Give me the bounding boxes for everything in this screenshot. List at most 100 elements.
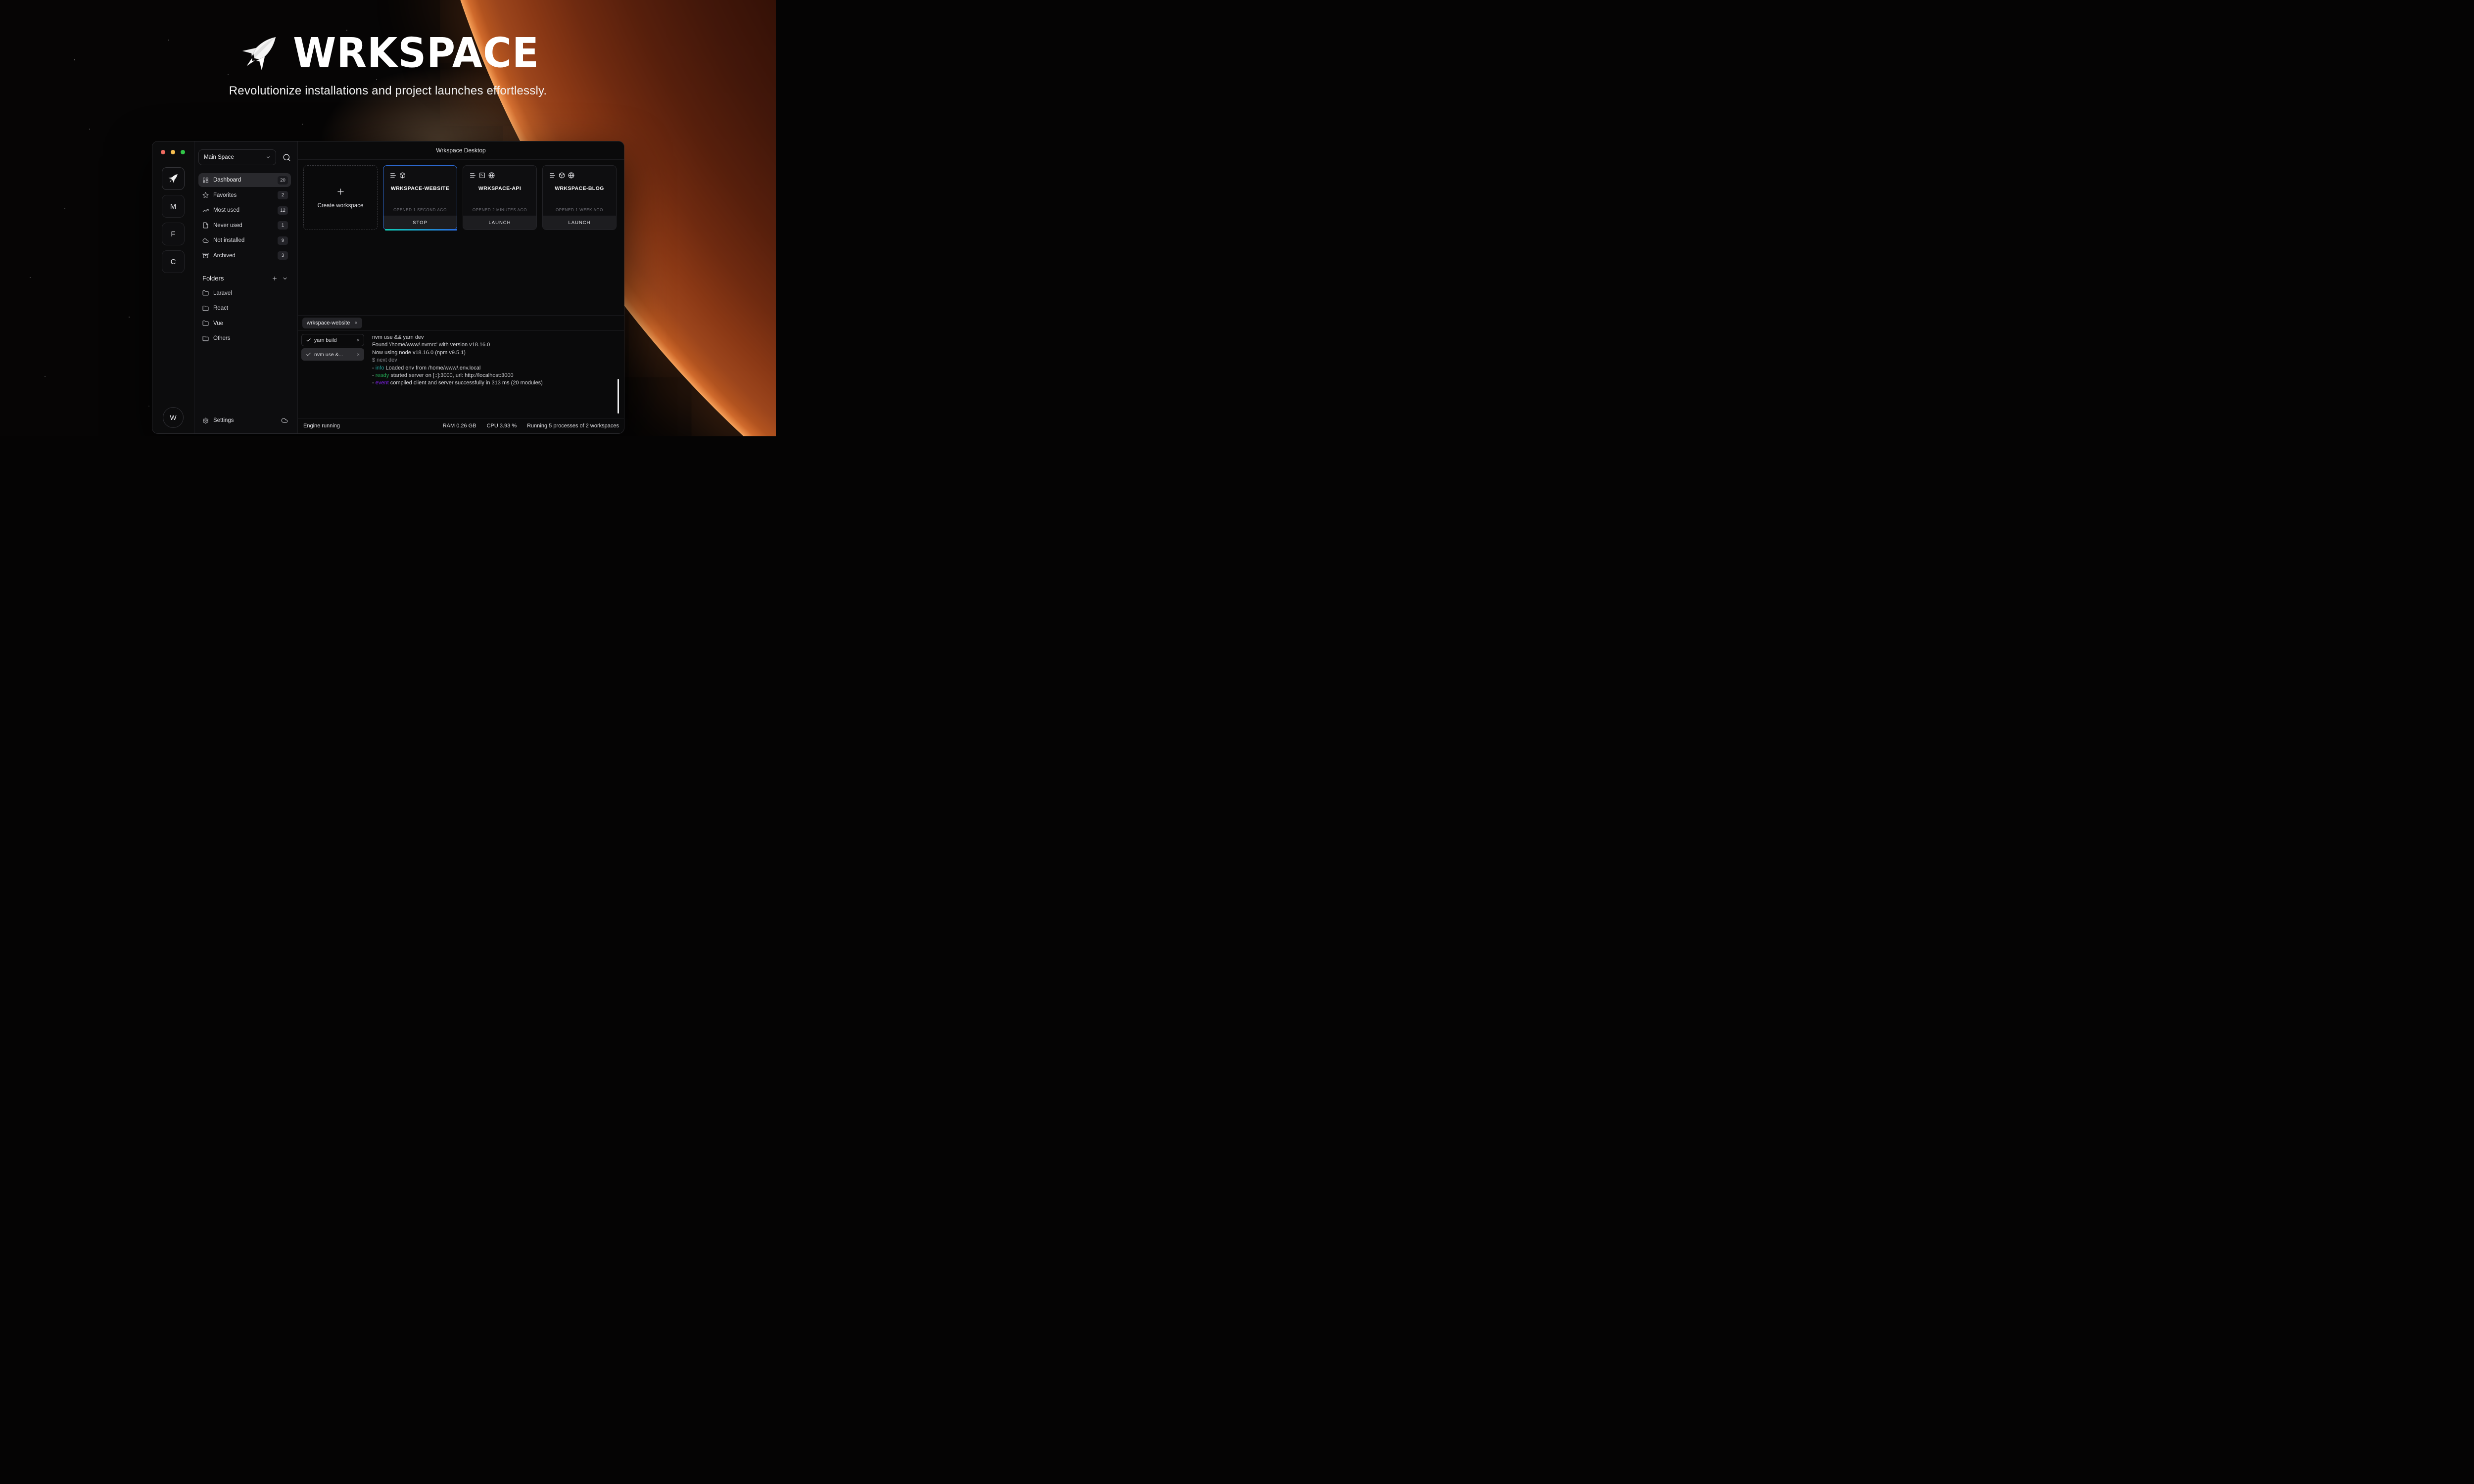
workspace-card-icons xyxy=(463,166,536,179)
zoom-window-button[interactable] xyxy=(181,150,185,154)
terminal-tab-wrkspace-website[interactable]: wrkspace-website × xyxy=(302,318,362,328)
package-icon xyxy=(399,172,406,179)
gear-icon xyxy=(202,417,209,424)
archive-icon xyxy=(202,252,209,259)
page: WRKSPACE Revolutionize installations and… xyxy=(0,0,776,436)
workspace-card-wrkspace-website[interactable]: WRKSPACE-WEBSITEOPENED 1 SECOND AGOSTOP xyxy=(383,165,457,230)
trending-up-icon xyxy=(202,207,209,214)
close-icon[interactable]: × xyxy=(357,352,360,358)
folder-label: Others xyxy=(213,335,288,341)
terminal-output-line: - info Loaded env from /home/www/.env.lo… xyxy=(372,365,619,372)
launch-button[interactable]: LAUNCH xyxy=(463,216,536,230)
terminal-panel: wrkspace-website × yarn build×nvm use &.… xyxy=(298,315,624,418)
sidebar-item-never-used[interactable]: Never used1 xyxy=(198,219,291,232)
folder-icon xyxy=(202,320,209,326)
list-icon xyxy=(470,172,476,179)
processes-summary: Running 5 processes of 2 workspaces xyxy=(527,423,619,429)
cloud-sync-icon xyxy=(281,417,288,424)
tagline: Revolutionize installations and project … xyxy=(0,84,776,98)
globe-icon xyxy=(488,172,495,179)
sidebar-menu: Dashboard20Favorites2Most used12 Never us… xyxy=(198,173,291,263)
workspace-card-wrkspace-api[interactable]: WRKSPACE-APIOPENED 2 MINUTES AGOLAUNCH xyxy=(463,165,537,230)
command-label: nvm use &... xyxy=(314,352,355,358)
terminal-scrollbar[interactable] xyxy=(618,379,619,414)
sidebar-item-archived[interactable]: Archived3 xyxy=(198,249,291,263)
terminal-tab-label: wrkspace-website xyxy=(307,320,350,326)
traffic-lights xyxy=(152,141,194,154)
terminal-output-line: - event compiled client and server succe… xyxy=(372,379,619,387)
log-segment: - xyxy=(372,365,376,371)
folder-item-others[interactable]: Others xyxy=(198,331,291,345)
folder-icon xyxy=(202,290,209,296)
workspace-switcher-m[interactable]: M xyxy=(162,195,185,218)
rocket-logo-icon xyxy=(237,30,283,76)
create-workspace-card[interactable]: Create workspace xyxy=(303,165,378,230)
sidebar-item-favorites[interactable]: Favorites2 xyxy=(198,188,291,202)
command-tab-yarn-build[interactable]: yarn build× xyxy=(301,334,364,346)
package-icon xyxy=(559,172,565,179)
space-selector-value: Main Space xyxy=(204,154,266,160)
count-badge: 20 xyxy=(278,176,288,185)
sidebar-item-label: Most used xyxy=(213,207,278,213)
count-badge: 2 xyxy=(278,191,288,199)
globe-icon xyxy=(568,172,574,179)
ram-usage: RAM 0.26 GB xyxy=(443,423,476,429)
collapse-folders-button[interactable] xyxy=(282,276,288,281)
rocket-icon xyxy=(167,172,180,185)
log-segment: nvm use && yarn dev xyxy=(372,334,424,340)
cloud-icon xyxy=(202,237,209,244)
settings-button[interactable]: Settings xyxy=(198,414,291,427)
space-main-button[interactable] xyxy=(162,167,185,190)
sidebar-item-most-used[interactable]: Most used12 xyxy=(198,203,291,217)
sidebar-item-not-installed[interactable]: Not installed9 xyxy=(198,233,291,247)
folder-item-laravel[interactable]: Laravel xyxy=(198,286,291,300)
log-segment: info xyxy=(376,365,384,371)
search-icon[interactable] xyxy=(283,153,291,162)
log-segment: event xyxy=(376,380,389,386)
close-icon[interactable]: × xyxy=(357,337,360,343)
workspace-card-wrkspace-blog[interactable]: WRKSPACE-BLOGOPENED 1 WEEK AGOLAUNCH xyxy=(542,165,617,230)
log-segment: - xyxy=(372,372,376,378)
workspace-opened-ago: OPENED 1 SECOND AGO xyxy=(383,208,457,212)
close-window-button[interactable] xyxy=(161,150,165,154)
folders-title: Folders xyxy=(202,275,267,282)
folder-item-react[interactable]: React xyxy=(198,301,291,315)
workspace-switcher-c[interactable]: C xyxy=(162,250,185,273)
command-tab-nvm-use[interactable]: nvm use &...× xyxy=(301,348,364,361)
engine-status: Engine running xyxy=(303,423,340,429)
folder-label: Vue xyxy=(213,321,288,326)
check-icon xyxy=(306,337,311,343)
settings-label: Settings xyxy=(213,417,281,423)
workspace-switcher-f[interactable]: F xyxy=(162,223,185,245)
close-icon[interactable]: × xyxy=(354,320,357,326)
terminal-output-line: $ next dev xyxy=(372,357,619,364)
brand-wordmark: WRKSPACE xyxy=(293,33,539,74)
terminal-tabbar: wrkspace-website × xyxy=(298,316,624,331)
layout-dashboard-icon xyxy=(202,177,209,184)
app-window: MFC W Main Space Dashboard20Favorites2Mo… xyxy=(152,141,624,434)
main-area: Wrkspace Desktop Create workspace WRKSPA… xyxy=(298,141,624,433)
command-label: yarn build xyxy=(314,337,355,343)
launch-button[interactable]: LAUNCH xyxy=(543,216,616,230)
sidebar-item-label: Archived xyxy=(213,253,278,259)
count-badge: 9 xyxy=(278,236,288,245)
sidebar: Main Space Dashboard20Favorites2Most use… xyxy=(194,141,298,433)
workspace-opened-ago: OPENED 1 WEEK AGO xyxy=(543,208,616,212)
minimize-window-button[interactable] xyxy=(171,150,175,154)
sidebar-item-dashboard[interactable]: Dashboard20 xyxy=(198,173,291,187)
terminal-output-line: - ready started server on [::]:3000, url… xyxy=(372,372,619,379)
log-segment: $ next dev xyxy=(372,357,397,363)
file-icon xyxy=(202,222,209,229)
count-badge: 3 xyxy=(278,251,288,260)
space-selector[interactable]: Main Space xyxy=(198,149,276,165)
folder-item-vue[interactable]: Vue xyxy=(198,317,291,330)
stop-button[interactable]: STOP xyxy=(383,216,457,230)
chevron-down-icon xyxy=(266,155,271,160)
sidebar-item-label: Never used xyxy=(213,223,278,229)
workspace-opened-ago: OPENED 2 MINUTES AGO xyxy=(463,208,536,212)
add-folder-button[interactable] xyxy=(272,276,278,281)
star-icon xyxy=(202,192,209,198)
list-icon xyxy=(549,172,556,179)
plus-icon xyxy=(336,187,345,196)
user-avatar[interactable]: W xyxy=(163,407,184,428)
